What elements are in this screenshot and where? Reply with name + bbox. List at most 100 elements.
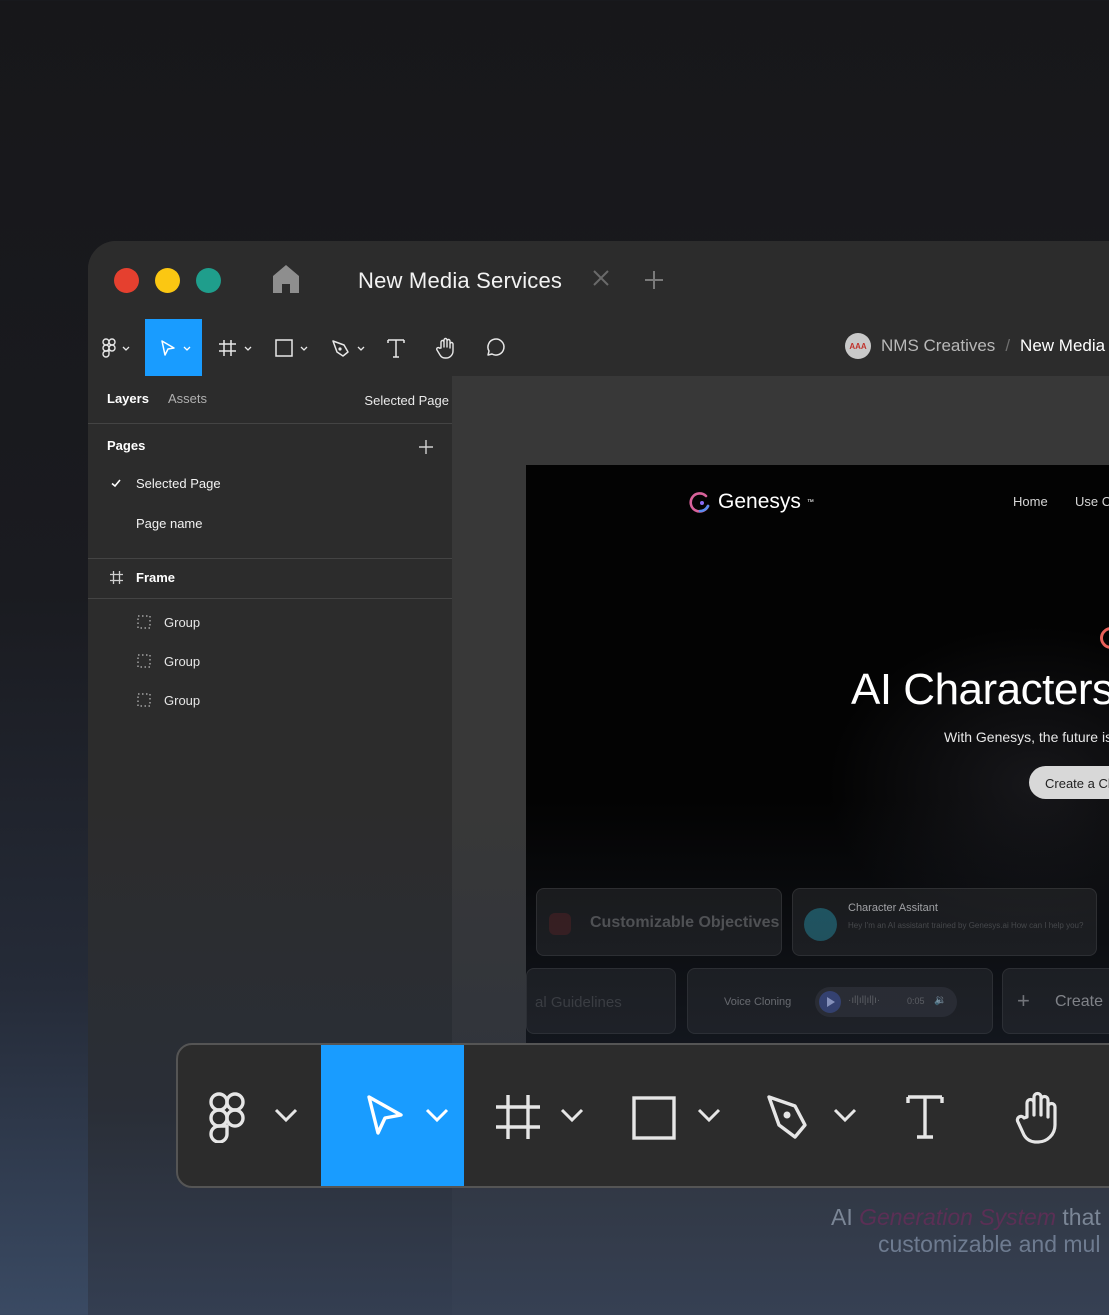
- create-card[interactable]: + Create: [1002, 968, 1109, 1034]
- check-icon: [111, 479, 121, 488]
- figma-logo-icon: [102, 337, 130, 358]
- chevron-down-icon: [274, 1108, 298, 1123]
- voice-cloning-card: Voice Cloning ·ıl|ıl|ıl|ı· 0:05 🔉: [687, 968, 993, 1034]
- sidebar-tabs: Layers Assets Selected Page: [88, 376, 452, 424]
- create-label: Create: [1055, 993, 1104, 1010]
- breadcrumb-separator: /: [1005, 336, 1011, 355]
- frame-tool-button[interactable]: [212, 319, 260, 376]
- shape-tool-button-large[interactable]: [599, 1045, 735, 1186]
- move-tool-button[interactable]: [145, 319, 202, 376]
- objectives-card: Customizable Objectives: [536, 888, 782, 956]
- chevron-down-icon: [697, 1108, 721, 1123]
- group-icon: [137, 693, 151, 707]
- layer-group[interactable]: Group: [88, 644, 452, 680]
- new-tab-icon[interactable]: [643, 269, 665, 291]
- assistant-title: Character Assitant: [848, 902, 938, 914]
- tagline-line-1: AI Generation System that: [831, 1204, 1101, 1231]
- current-page-selector[interactable]: Selected Page: [364, 393, 449, 408]
- objective-icon: [549, 913, 571, 935]
- tagline-prefix: AI: [831, 1204, 860, 1230]
- layer-frame-label: Frame: [136, 570, 176, 585]
- close-tab-icon[interactable]: [591, 268, 611, 288]
- breadcrumb-team[interactable]: NMS Creatives: [881, 336, 995, 356]
- frame-tool-button-large[interactable]: [464, 1045, 599, 1186]
- create-character-button[interactable]: Create a Cl: [1029, 766, 1109, 799]
- move-arrow-icon: [367, 1095, 403, 1135]
- page-item-label: Page name: [136, 515, 203, 531]
- layer-group[interactable]: Group: [88, 683, 452, 719]
- pen-tool-button-large[interactable]: [735, 1045, 871, 1186]
- page-item-label: Selected Page: [136, 475, 221, 491]
- text-tool-button[interactable]: [383, 319, 409, 376]
- hero-title: AI Characters: [851, 665, 1109, 714]
- figma-menu-button-large[interactable]: [178, 1045, 321, 1186]
- breadcrumb: AAA NMS Creatives / New Media: [845, 333, 1105, 359]
- page-item-selected[interactable]: Selected Page: [88, 468, 452, 498]
- layer-group-label: Group: [164, 654, 201, 669]
- tab-title[interactable]: New Media Services: [358, 268, 562, 294]
- toolbar-zoomed: [176, 1043, 1109, 1188]
- group-icon: [137, 615, 151, 629]
- frame-icon: [219, 339, 252, 356]
- text-icon: [387, 338, 405, 358]
- rectangle-icon: [275, 338, 308, 357]
- home-icon[interactable]: [272, 264, 300, 294]
- maximize-window-button[interactable]: [196, 268, 221, 293]
- tagline-accent: Generation System: [859, 1204, 1056, 1230]
- group-icon: [137, 654, 151, 668]
- figma-logo-icon: [209, 1092, 245, 1143]
- assistant-card: Character Assitant Hey I'm an AI assista…: [792, 888, 1097, 956]
- waveform-icon: ·ıl|ıl|ıl|ı·: [848, 995, 881, 1006]
- rectangle-icon: [632, 1096, 676, 1140]
- hand-icon: [436, 337, 454, 359]
- design-frame[interactable]: Genesys ™ Home Use C AI Characters With G…: [526, 465, 1109, 1065]
- divider: [88, 598, 452, 599]
- pages-heading: Pages: [107, 438, 146, 453]
- guidelines-label: al Guidelines: [535, 994, 622, 1011]
- nav-home-link[interactable]: Home: [1013, 494, 1048, 509]
- text-tool-button-large[interactable]: [871, 1045, 981, 1186]
- guidelines-card: al Guidelines: [526, 968, 676, 1034]
- audio-player[interactable]: ·ıl|ıl|ıl|ı· 0:05 🔉: [815, 987, 957, 1017]
- breadcrumb-file[interactable]: New Media: [1020, 336, 1105, 356]
- genesys-logo-icon: [689, 492, 710, 513]
- nav-use-link[interactable]: Use C: [1075, 494, 1109, 509]
- comment-tool-button[interactable]: [480, 319, 510, 376]
- comment-icon: [487, 337, 505, 356]
- tab-assets[interactable]: Assets: [168, 391, 207, 406]
- page-item[interactable]: Page name: [88, 508, 452, 538]
- brand-name: Genesys: [718, 490, 801, 513]
- move-tool-button-large[interactable]: [321, 1045, 464, 1186]
- layer-group-label: Group: [164, 693, 201, 708]
- frame-icon: [110, 571, 123, 584]
- pen-icon: [332, 339, 365, 357]
- layer-group[interactable]: Group: [88, 605, 452, 641]
- trademark-mark: ™: [806, 498, 814, 506]
- volume-icon[interactable]: 🔉: [934, 995, 946, 1006]
- play-icon[interactable]: [819, 991, 841, 1013]
- voice-cloning-label: Voice Cloning: [724, 996, 792, 1008]
- pen-icon: [767, 1095, 807, 1139]
- figma-menu-button[interactable]: [96, 319, 136, 376]
- chevron-down-icon: [833, 1108, 857, 1123]
- team-avatar[interactable]: AAA: [845, 333, 871, 359]
- audio-time: 0:05: [907, 996, 925, 1006]
- tab-layers[interactable]: Layers: [107, 391, 149, 406]
- assistant-avatar: [804, 908, 837, 941]
- add-page-icon[interactable]: [418, 439, 434, 455]
- plus-icon: +: [1017, 988, 1030, 1013]
- assistant-message: Hey I'm an AI assistant trained by Genes…: [848, 921, 1084, 930]
- move-arrow-icon: [160, 339, 190, 356]
- hero-subtitle: With Genesys, the future is: [944, 729, 1109, 745]
- minimize-window-button[interactable]: [155, 268, 180, 293]
- close-window-button[interactable]: [114, 268, 139, 293]
- hand-tool-button-large[interactable]: [981, 1045, 1101, 1186]
- layer-group-label: Group: [164, 615, 201, 630]
- shape-tool-button[interactable]: [269, 319, 317, 376]
- brand-logo: Genesys ™: [688, 490, 814, 514]
- pen-tool-button[interactable]: [326, 319, 374, 376]
- layer-frame[interactable]: Frame: [88, 558, 452, 598]
- top-toolbar: AAA NMS Creatives / New Media: [88, 319, 1109, 376]
- hand-tool-button[interactable]: [431, 319, 461, 376]
- frame-icon: [496, 1095, 540, 1139]
